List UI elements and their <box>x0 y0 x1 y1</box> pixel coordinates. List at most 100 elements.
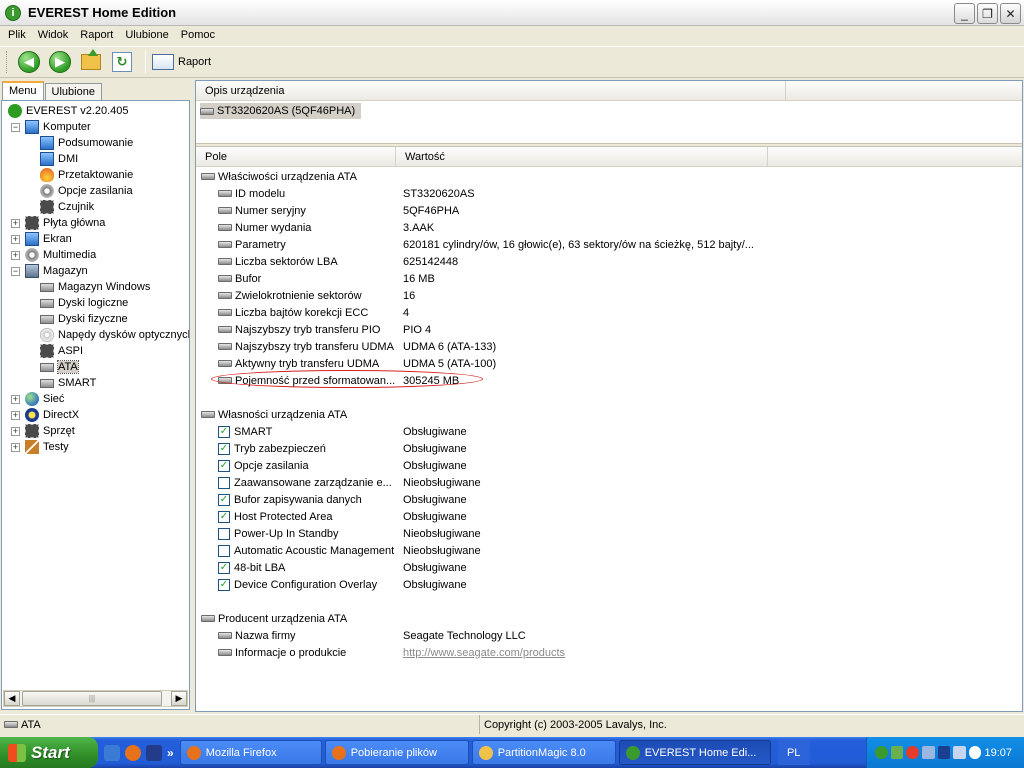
tree-item[interactable]: + Sprzęt <box>11 423 75 439</box>
scroll-left-button[interactable]: ◀ <box>4 691 20 706</box>
tree-item[interactable]: + Multimedia <box>11 247 96 263</box>
back-button[interactable]: ◀ <box>15 48 43 76</box>
tree-item[interactable]: ASPI <box>40 343 83 359</box>
tree-item[interactable]: + DirectX <box>11 407 79 423</box>
tree-item[interactable]: Czujnik <box>40 199 94 215</box>
property-row[interactable]: Zaawansowane zarządzanie e... Nieobsługiw… <box>218 474 998 491</box>
tree-item[interactable]: Dyski fizyczne <box>40 311 128 327</box>
clock[interactable]: 19:07 <box>984 747 1012 759</box>
expand-icon[interactable]: + <box>11 426 20 436</box>
forward-button[interactable]: ▶ <box>46 48 74 76</box>
device-list-item[interactable]: ST3320620AS (5QF46PHA) <box>200 103 362 119</box>
tree-item[interactable]: Napędy dysków optycznych <box>40 327 189 343</box>
property-row[interactable]: ID modelu ST3320620AS <box>218 185 998 202</box>
property-row[interactable]: Numer seryjny 5QF46PHA <box>218 202 998 219</box>
property-row[interactable]: ✓ Opcje zasilania Obsługiwane <box>218 457 998 474</box>
taskbar-task-button[interactable]: Pobieranie plików <box>324 740 469 765</box>
refresh-button[interactable]: ↻ <box>108 48 136 76</box>
property-row[interactable]: Najszybszy tryb transferu PIO PIO 4 <box>218 321 998 338</box>
section-header[interactable]: Producent urządzenia ATA <box>201 610 347 627</box>
section-header[interactable]: Własności urządzenia ATA <box>201 406 347 423</box>
property-row[interactable]: Bufor 16 MB <box>218 270 998 287</box>
quick-launch-more-icon[interactable]: » <box>167 746 174 760</box>
expand-icon[interactable]: + <box>11 442 20 452</box>
network-tray-icon[interactable] <box>921 746 935 759</box>
tab-ulubione[interactable]: Ulubione <box>44 83 102 100</box>
tree-item[interactable]: Magazyn Windows <box>40 279 150 295</box>
property-row[interactable]: Liczba bajtów korekcji ECC 4 <box>218 304 998 321</box>
virus-shield-tray-icon[interactable] <box>906 746 919 759</box>
tree-item[interactable]: SMART <box>40 375 96 391</box>
tab-menu[interactable]: Menu <box>2 81 44 100</box>
menu-ulubione[interactable]: Ulubione <box>119 29 174 41</box>
property-row[interactable]: Liczba sektorów LBA 625142448 <box>218 253 998 270</box>
tree-item[interactable]: Opcje zasilania <box>40 183 133 199</box>
property-row[interactable]: ✓ Device Configuration Overlay Obsługiwane <box>218 576 998 593</box>
tree-item[interactable]: Dyski logiczne <box>40 295 128 311</box>
volume-tray-icon[interactable] <box>953 746 966 759</box>
tree-item[interactable]: Przetaktowanie <box>40 167 133 183</box>
firefox-icon[interactable] <box>125 744 141 761</box>
property-row[interactable]: Najszybszy tryb transferu UDMA UDMA 6 (AT… <box>218 338 998 355</box>
property-row[interactable]: ✓ Host Protected Area Obsługiwane <box>218 508 998 525</box>
tree-item[interactable]: − Komputer <box>11 119 91 135</box>
taskbar-task-button[interactable]: EVEREST Home Edi... <box>618 740 771 765</box>
property-row[interactable]: Zwielokrotnienie sektorów 16 <box>218 287 998 304</box>
tree-item[interactable]: ATA <box>40 359 79 375</box>
cd-icon <box>40 328 54 342</box>
start-button[interactable]: Start <box>0 737 98 768</box>
property-row[interactable]: ✓ 48-bit LBA Obsługiwane <box>218 559 998 576</box>
tree-item[interactable]: + Testy <box>11 439 69 455</box>
tree-item[interactable]: EVEREST v2.20.405 <box>8 103 129 119</box>
tree-item[interactable]: + Ekran <box>11 231 72 247</box>
taskbar-task-button[interactable]: PartitionMagic 8.0 <box>471 740 616 765</box>
tree-item[interactable]: DMI <box>40 151 78 167</box>
scroll-right-button[interactable]: ▶ <box>171 691 187 706</box>
expand-icon[interactable]: + <box>11 410 20 420</box>
tree-item[interactable]: − Magazyn <box>11 263 88 279</box>
value-column-header[interactable]: Wartość <box>396 146 768 167</box>
tree-item[interactable]: + Sieć <box>11 391 64 407</box>
property-row[interactable]: Numer wydania 3.AAK <box>218 219 998 236</box>
scroll-thumb[interactable]: ||| <box>22 691 162 706</box>
menu-plik[interactable]: Plik <box>2 29 32 41</box>
security-shield-tray-icon[interactable] <box>937 746 951 759</box>
taskbar-task-button[interactable]: Mozilla Firefox <box>179 740 322 765</box>
menu-raport[interactable]: Raport <box>74 29 119 41</box>
section-header[interactable]: Właściwości urządzenia ATA <box>201 168 357 185</box>
property-row[interactable]: Parametry 620181 cylindry/ów, 16 głowic(e… <box>218 236 998 253</box>
property-row[interactable]: Automatic Acoustic Management Nieobsługiw… <box>218 542 998 559</box>
collapse-icon[interactable]: − <box>11 122 20 132</box>
everest-tray-icon[interactable] <box>875 746 888 759</box>
expand-icon[interactable]: + <box>11 218 20 228</box>
ie-icon[interactable] <box>104 744 120 761</box>
property-row[interactable]: ✓ Bufor zapisywania danych Obsługiwane <box>218 491 998 508</box>
avast-tray-icon[interactable] <box>968 746 982 759</box>
collapse-icon[interactable]: − <box>11 266 20 276</box>
property-row[interactable]: Informacje o produkcie http://www.seagate… <box>218 644 998 661</box>
tree-item[interactable]: + Płyta główna <box>11 215 105 231</box>
floppy-icon[interactable] <box>146 744 162 761</box>
field-column-header[interactable]: Pole <box>196 146 396 167</box>
battery-tray-icon[interactable] <box>890 746 904 759</box>
report-button[interactable]: Raport <box>152 54 211 70</box>
close-button[interactable]: ✕ <box>1000 3 1021 24</box>
minimize-button[interactable]: _ <box>954 3 975 24</box>
tree-horizontal-scrollbar[interactable]: ◀ ||| ▶ <box>3 690 188 707</box>
property-row[interactable]: Power-Up In Standby Nieobsługiwane <box>218 525 998 542</box>
product-info-link[interactable]: http://www.seagate.com/products <box>403 647 565 659</box>
menu-widok[interactable]: Widok <box>32 29 75 41</box>
up-button[interactable] <box>77 48 105 76</box>
tree-item[interactable]: Podsumowanie <box>40 135 133 151</box>
maximize-button[interactable]: ❐ <box>977 3 998 24</box>
device-description-column[interactable]: Opis urządzenia <box>196 80 786 101</box>
language-indicator[interactable]: PL <box>777 740 810 765</box>
expand-icon[interactable]: + <box>11 250 20 260</box>
expand-icon[interactable]: + <box>11 234 20 244</box>
menu-pomoc[interactable]: Pomoc <box>175 29 221 41</box>
property-row[interactable]: ✓ SMART Obsługiwane <box>218 423 998 440</box>
toolbar-grip[interactable] <box>6 51 9 73</box>
property-row[interactable]: ✓ Tryb zabezpieczeń Obsługiwane <box>218 440 998 457</box>
expand-icon[interactable]: + <box>11 394 20 404</box>
property-row[interactable]: Nazwa firmy Seagate Technology LLC <box>218 627 998 644</box>
